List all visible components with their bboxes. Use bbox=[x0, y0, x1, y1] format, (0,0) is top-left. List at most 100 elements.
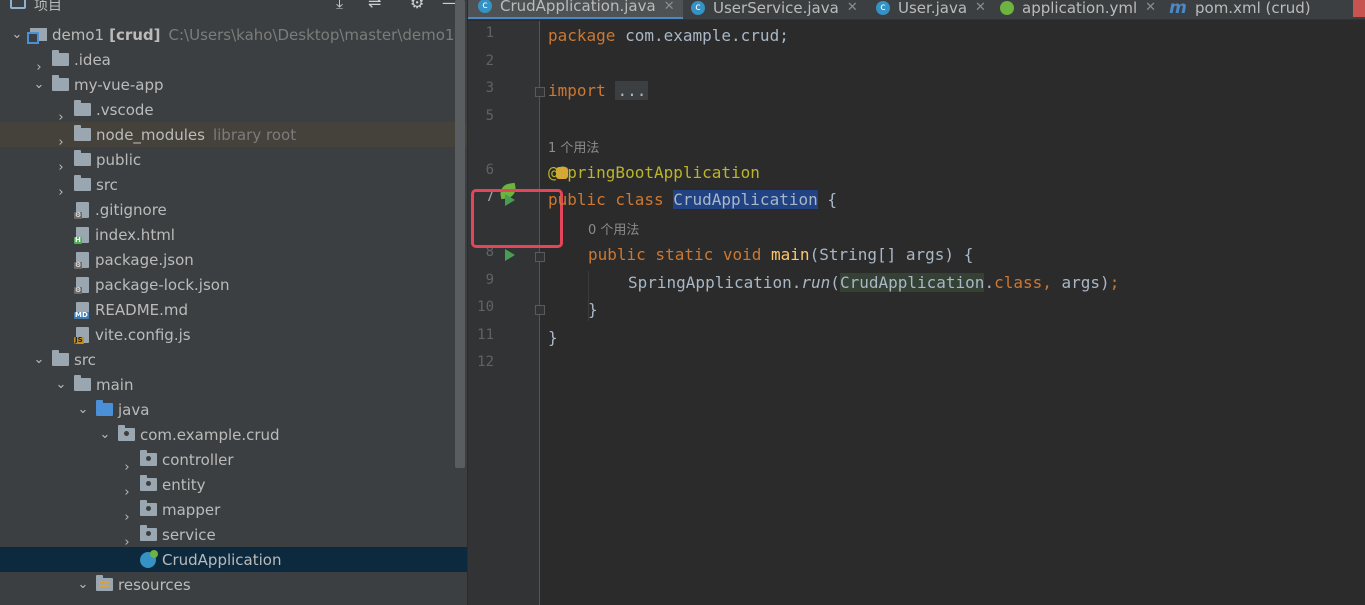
code-line-7: public class CrudApplication { bbox=[548, 190, 837, 209]
tree-item-label: package-lock.json bbox=[95, 275, 230, 294]
spring-class-icon: c bbox=[478, 0, 492, 13]
tree-item-label: vite.config.js bbox=[95, 325, 191, 344]
close-tab-icon[interactable]: ✕ bbox=[847, 0, 858, 15]
usage-hint[interactable]: 1 个用法 bbox=[548, 137, 599, 156]
file-icon: ⚙ bbox=[74, 251, 89, 269]
project-tree-scrollbar[interactable] bbox=[455, 0, 465, 468]
folder-icon bbox=[74, 150, 91, 166]
tab-crudapplication-java[interactable]: c CrudApplication.java ✕ bbox=[468, 0, 683, 19]
run-main-icon[interactable] bbox=[505, 249, 515, 261]
package-icon bbox=[118, 425, 135, 441]
tree-row[interactable]: Hindex.html bbox=[0, 222, 467, 247]
tree-item-label: public bbox=[96, 150, 142, 169]
tab-overflow-indicator[interactable] bbox=[1353, 0, 1365, 17]
tree-row[interactable]: ⚙ package.json bbox=[0, 247, 467, 272]
tree-item-hint: C:\Users\kaho\Desktop\master\demo1 bbox=[168, 25, 455, 44]
resources-folder-icon bbox=[96, 575, 113, 591]
usage-hint[interactable]: 0 个用法 bbox=[588, 219, 639, 238]
tree-row[interactable]: CrudApplication bbox=[0, 547, 467, 572]
tree-item-label: index.html bbox=[95, 225, 175, 244]
code-line-6: @SpringBootApplication bbox=[548, 163, 760, 182]
tree-row[interactable]: ⌄ demo1 [crud] C:\Users\kaho\Desktop\master… bbox=[0, 22, 467, 47]
tree-row[interactable]: › src bbox=[0, 172, 467, 200]
line-number: 10 bbox=[477, 299, 494, 315]
file-icon: MD bbox=[74, 301, 89, 319]
tree-item-label: java bbox=[118, 400, 150, 419]
folder-icon bbox=[74, 175, 91, 191]
tree-row[interactable]: › service bbox=[0, 522, 467, 550]
tree-row[interactable]: › node_modules library root bbox=[0, 122, 467, 150]
tab-label: pom.xml (crud) bbox=[1195, 0, 1311, 17]
cfg-badge-icon: ⚙ bbox=[74, 285, 83, 294]
code-area[interactable]: package com.example.crud; import ... 1 个… bbox=[548, 21, 1365, 605]
code-line-9: SpringApplication.run(CrudApplication.cl… bbox=[628, 273, 1120, 292]
chevron-down-icon[interactable]: ⌄ bbox=[32, 352, 46, 367]
tree-row[interactable]: ⚙ package-lock.json bbox=[0, 272, 467, 297]
tree-item-label: main bbox=[96, 375, 134, 394]
project-panel: 项目 ⤓ ⇌ ⚙ — ⌄ demo1 [crud] C:\Users\kaho\Des… bbox=[0, 0, 467, 605]
tab-userservice-java[interactable]: c UserService.java ✕ bbox=[681, 0, 866, 19]
folded-imports[interactable]: ... bbox=[615, 81, 649, 100]
file-icon: ⚙ bbox=[74, 201, 89, 219]
tree-item-label: node_modules bbox=[96, 125, 205, 144]
package-icon bbox=[140, 475, 157, 491]
tree-row[interactable]: ⌄ src bbox=[0, 347, 467, 372]
tree-item-hint: library root bbox=[212, 125, 297, 144]
tree-item-label: .vscode bbox=[96, 100, 154, 119]
selected-identifier[interactable]: CrudApplication bbox=[673, 190, 818, 209]
package-icon bbox=[140, 525, 157, 541]
tree-row[interactable]: MD README.md bbox=[0, 297, 467, 322]
code-line-1: package com.example.crud; bbox=[548, 26, 789, 45]
code-line-10: } bbox=[588, 300, 598, 319]
tree-row[interactable]: JS vite.config.js bbox=[0, 322, 467, 347]
collapse-all-icon[interactable]: ⤓ bbox=[336, 0, 343, 13]
md-badge-icon: MD bbox=[74, 310, 89, 319]
close-tab-icon[interactable]: ✕ bbox=[975, 0, 986, 15]
tab-pom-xml-crud[interactable]: m pom.xml (crud) bbox=[1159, 0, 1311, 19]
project-view-icon[interactable] bbox=[10, 0, 26, 9]
tree-item-label: com.example.crud bbox=[140, 425, 280, 444]
folder-icon bbox=[74, 125, 91, 141]
fold-marker-icon[interactable] bbox=[535, 87, 545, 97]
chevron-down-icon[interactable]: ⌄ bbox=[10, 27, 24, 42]
chevron-down-icon[interactable]: ⌄ bbox=[32, 77, 46, 92]
tree-row[interactable]: ⌄ java bbox=[0, 397, 467, 422]
settings-icon[interactable]: ⚙ bbox=[410, 0, 424, 12]
chevron-down-icon[interactable]: ⌄ bbox=[54, 377, 68, 392]
tree-row[interactable]: ⌄ my-vue-app bbox=[0, 72, 467, 97]
tree-row[interactable]: › controller bbox=[0, 447, 467, 475]
tree-row[interactable]: › entity bbox=[0, 472, 467, 500]
folder-icon bbox=[74, 375, 91, 391]
editor-gutter: 1 2 3 5 6 7 8 9 10 11 12 bbox=[468, 21, 563, 605]
tab-application-yml[interactable]: application.yml ✕ bbox=[990, 0, 1164, 19]
tab-label: UserService.java bbox=[713, 0, 839, 17]
tree-item-label: service bbox=[162, 525, 216, 544]
tree-row[interactable]: ⌄ resources bbox=[0, 572, 467, 597]
tree-row[interactable]: › mapper bbox=[0, 497, 467, 525]
tree-row[interactable]: ⌄ com.example.crud bbox=[0, 422, 467, 447]
line-number: 2 bbox=[485, 53, 494, 69]
file-icon: JS bbox=[74, 326, 89, 344]
tree-row[interactable]: › public bbox=[0, 147, 467, 175]
fold-marker-icon[interactable] bbox=[535, 252, 545, 262]
fold-marker-icon[interactable] bbox=[535, 305, 545, 315]
line-number: 1 bbox=[485, 25, 494, 41]
chevron-down-icon[interactable]: ⌄ bbox=[98, 427, 112, 442]
tree-row[interactable]: ⌄ main bbox=[0, 372, 467, 397]
chevron-down-icon[interactable]: ⌄ bbox=[76, 577, 90, 592]
tree-item-label: controller bbox=[162, 450, 234, 469]
tree-item-label: mapper bbox=[162, 500, 221, 519]
close-tab-icon[interactable]: ✕ bbox=[1145, 0, 1156, 15]
tree-row[interactable]: › .idea bbox=[0, 47, 467, 75]
tab-label: User.java bbox=[898, 0, 968, 17]
tab-user-java[interactable]: c User.java ✕ bbox=[866, 0, 994, 19]
spring-class-icon bbox=[140, 549, 158, 568]
tree-row[interactable]: ⚙ .gitignore bbox=[0, 197, 467, 222]
chevron-down-icon[interactable]: ⌄ bbox=[76, 402, 90, 417]
close-tab-icon[interactable]: ✕ bbox=[664, 0, 675, 14]
tree-item-label: demo1 bbox=[52, 25, 105, 44]
project-panel-title[interactable]: 项目 bbox=[34, 0, 62, 15]
tree-row[interactable]: › .vscode bbox=[0, 97, 467, 125]
tree-item-label: src bbox=[96, 175, 118, 194]
expand-icon[interactable]: ⇌ bbox=[368, 0, 381, 12]
